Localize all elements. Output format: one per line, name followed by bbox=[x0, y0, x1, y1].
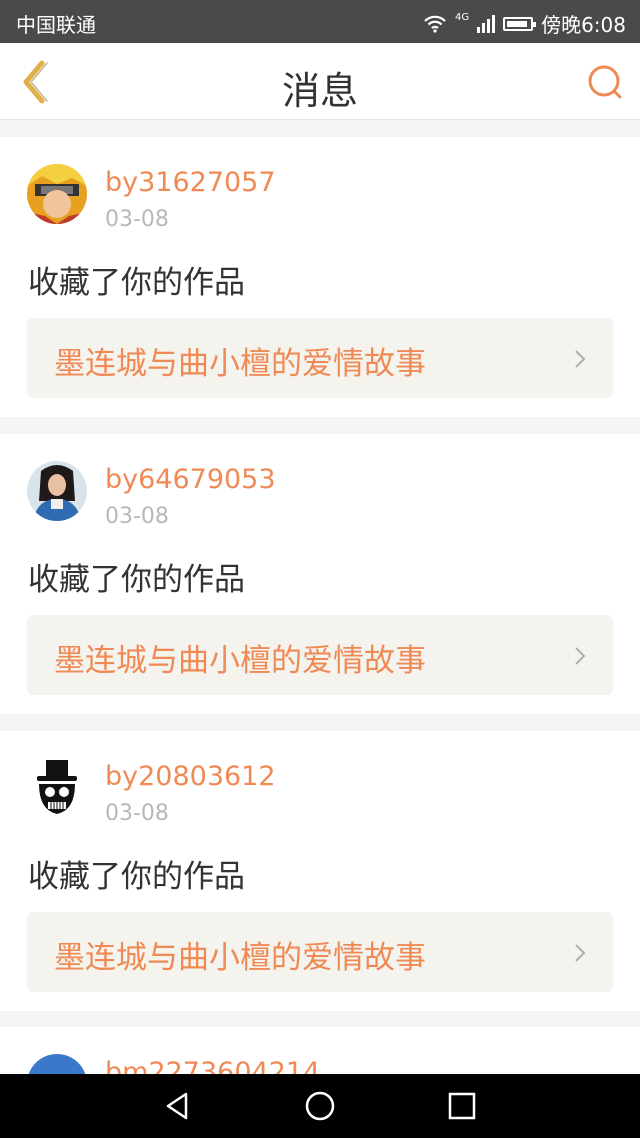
search-icon[interactable] bbox=[584, 61, 626, 103]
work-title: 墨连城与曲小檀的爱情故事 bbox=[54, 346, 426, 382]
page-title: 消息 bbox=[281, 69, 358, 113]
chevron-right-icon bbox=[575, 944, 586, 962]
message-date: 03-08 bbox=[105, 504, 169, 529]
message-card: bm2273604214 bbox=[0, 1027, 640, 1077]
work-link[interactable]: 墨连城与曲小檀的爱情故事 bbox=[27, 912, 613, 992]
message-card: by64679053 03-08 收藏了你的作品 墨连城与曲小檀的爱情故事 bbox=[0, 434, 640, 714]
work-title: 墨连城与曲小檀的爱情故事 bbox=[54, 643, 426, 679]
clock: 傍晚6:08 bbox=[541, 13, 626, 37]
action-text: 收藏了你的作品 bbox=[28, 859, 245, 895]
circle-home-icon[interactable] bbox=[304, 1090, 336, 1122]
work-link[interactable]: 墨连城与曲小檀的爱情故事 bbox=[27, 615, 613, 695]
message-date: 03-08 bbox=[105, 801, 169, 826]
chevron-right-icon bbox=[575, 647, 586, 665]
avatar[interactable] bbox=[27, 164, 87, 224]
wifi-icon bbox=[424, 15, 446, 33]
avatar[interactable] bbox=[27, 461, 87, 521]
action-text: 收藏了你的作品 bbox=[28, 265, 245, 301]
status-bar: 中国联通 4G 傍晚6:08 bbox=[0, 0, 640, 43]
message-date: 03-08 bbox=[105, 207, 169, 232]
username[interactable]: by31627057 bbox=[105, 167, 276, 198]
carrier-label: 中国联通 bbox=[16, 13, 96, 37]
nav-bar: 消息 bbox=[0, 43, 640, 120]
message-card: by31627057 03-08 收藏了你的作品 墨连城与曲小檀的爱情故事 bbox=[0, 137, 640, 417]
work-link[interactable]: 墨连城与曲小檀的爱情故事 bbox=[27, 318, 613, 398]
message-list: by31627057 03-08 收藏了你的作品 墨连城与曲小檀的爱情故事 by… bbox=[0, 137, 640, 1028]
work-title: 墨连城与曲小檀的爱情故事 bbox=[54, 940, 426, 976]
system-nav-bar bbox=[0, 1074, 640, 1138]
username[interactable]: by64679053 bbox=[105, 464, 276, 495]
chevron-right-icon bbox=[575, 350, 586, 368]
triangle-back-icon[interactable] bbox=[162, 1090, 194, 1122]
battery-icon bbox=[503, 16, 537, 31]
action-text: 收藏了你的作品 bbox=[28, 562, 245, 598]
username[interactable]: by20803612 bbox=[105, 761, 276, 792]
signal-icon bbox=[477, 14, 496, 33]
message-card: by20803612 03-08 收藏了你的作品 墨连城与曲小檀的爱情故事 bbox=[0, 731, 640, 1011]
network-type: 4G bbox=[454, 12, 470, 23]
square-recents-icon[interactable] bbox=[446, 1090, 478, 1122]
avatar[interactable] bbox=[27, 758, 87, 818]
